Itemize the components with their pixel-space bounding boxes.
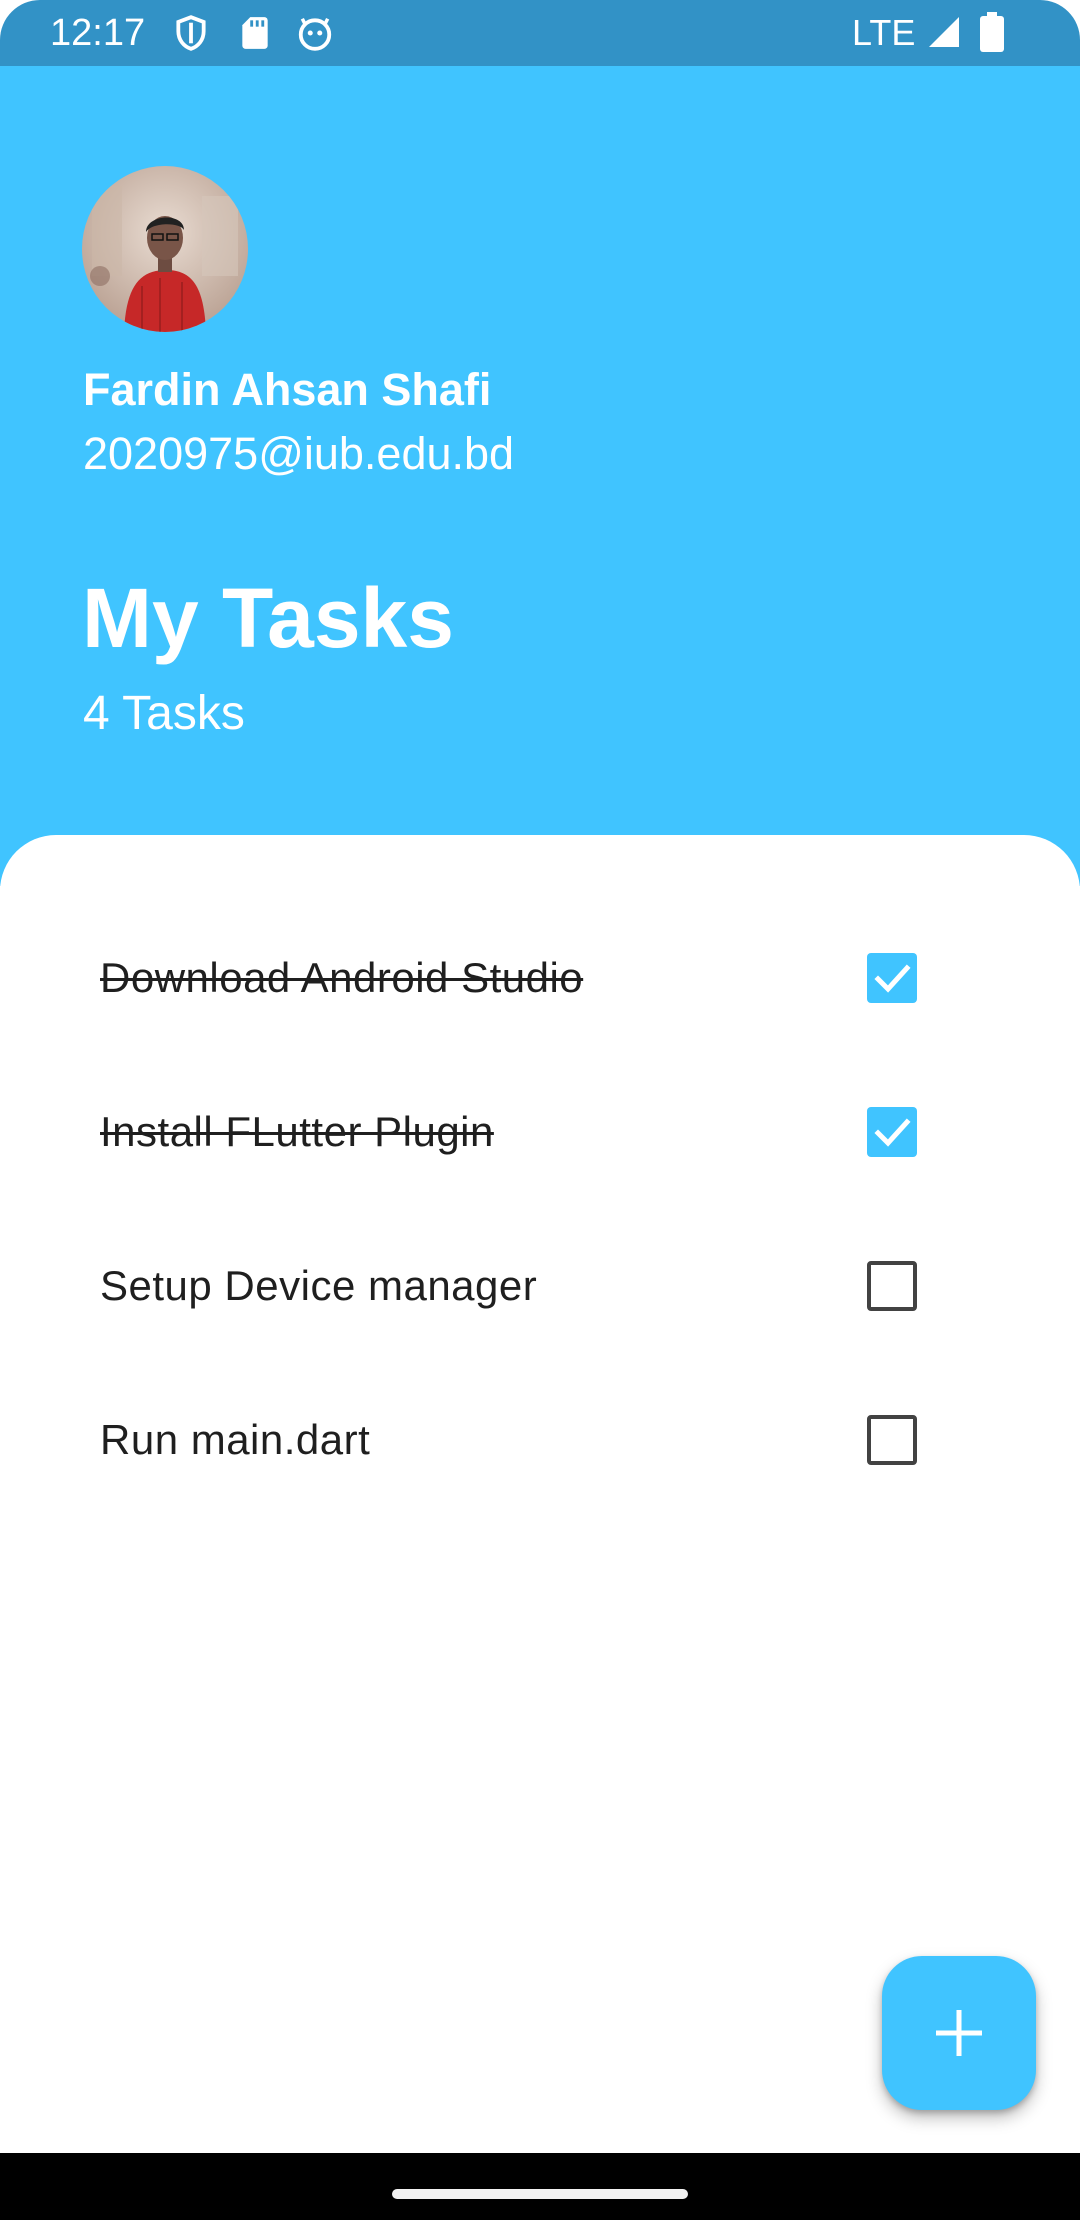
home-gesture-handle[interactable] bbox=[392, 2189, 688, 2199]
header: Fardin Ahsan Shafi 2020975@iub.edu.bd My… bbox=[0, 66, 1080, 886]
page-title: My Tasks bbox=[82, 571, 454, 665]
sd-card-icon bbox=[242, 17, 268, 49]
task-checkbox[interactable] bbox=[867, 1415, 917, 1465]
task-checkbox[interactable] bbox=[867, 1261, 917, 1311]
user-name: Fardin Ahsan Shafi bbox=[83, 364, 492, 415]
task-label: Download Android Studio bbox=[100, 954, 584, 1001]
plus-icon bbox=[936, 2010, 982, 2056]
battery-icon bbox=[980, 12, 1004, 52]
task-label: Setup Device manager bbox=[100, 1262, 538, 1309]
bot-icon bbox=[298, 17, 332, 51]
signal-icon bbox=[929, 17, 959, 47]
task-label: Install FLutter Plugin bbox=[100, 1108, 494, 1155]
navigation-bar bbox=[0, 2153, 1080, 2220]
task-item[interactable]: Download Android Studio bbox=[0, 901, 1080, 1055]
shield-icon bbox=[176, 15, 206, 51]
task-count: 4 Tasks bbox=[83, 687, 245, 740]
task-checkbox[interactable] bbox=[867, 953, 917, 1003]
task-item[interactable]: Install FLutter Plugin bbox=[0, 1055, 1080, 1209]
avatar[interactable] bbox=[82, 166, 248, 332]
task-checkbox[interactable] bbox=[867, 1107, 917, 1157]
task-label: Run main.dart bbox=[100, 1416, 371, 1463]
check-icon bbox=[874, 964, 911, 993]
network-type: LTE bbox=[852, 12, 916, 53]
task-item[interactable]: Setup Device manager bbox=[0, 1209, 1080, 1363]
status-bar: 12:17 LTE bbox=[0, 0, 1080, 66]
add-task-button[interactable] bbox=[882, 1956, 1036, 2110]
check-icon bbox=[874, 1118, 911, 1147]
user-email: 2020975@iub.edu.bd bbox=[83, 428, 515, 479]
status-time: 12:17 bbox=[50, 12, 146, 54]
task-item[interactable]: Run main.dart bbox=[0, 1363, 1080, 1517]
